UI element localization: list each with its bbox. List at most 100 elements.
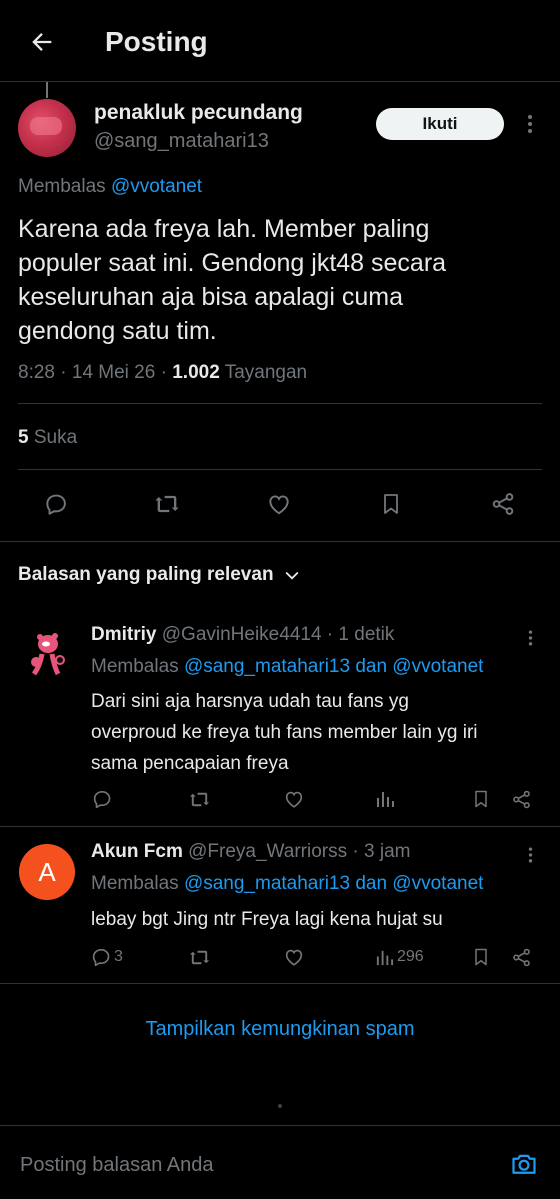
reply-author-handle[interactable]: @GavinHeike4414 — [162, 624, 322, 645]
divider — [18, 403, 542, 404]
like-icon — [285, 791, 303, 808]
back-button[interactable] — [22, 24, 62, 60]
reply-text-line: Dari sini aja harsnya udah tau fans yg — [91, 691, 409, 712]
post-text-line: Karena ada freya lah. Member paling — [18, 215, 430, 243]
reply-more-button[interactable] — [520, 626, 540, 650]
thread-connector — [46, 82, 48, 98]
replying-to: Membalas @vvotanet — [18, 176, 202, 198]
retweet-icon — [155, 495, 179, 513]
views-label: Tayangan — [224, 362, 308, 383]
reply-author-handle[interactable]: @Freya_Warriorss — [188, 841, 347, 862]
reply-bookmark-button[interactable] — [469, 945, 493, 969]
replies-sort-button[interactable]: Balasan yang paling relevan — [18, 564, 302, 586]
reply-input[interactable] — [18, 1146, 482, 1184]
reply-like-button[interactable] — [282, 945, 306, 969]
share-button[interactable] — [485, 486, 521, 522]
bookmark-icon — [384, 494, 398, 514]
reply-share-button[interactable] — [509, 945, 533, 969]
bookmark-icon — [475, 948, 487, 966]
reply-author-name[interactable]: Akun Fcm — [91, 841, 183, 862]
reply-header: Dmitriy @GavinHeike4414 · 1 detik — [91, 624, 395, 645]
more-icon — [528, 847, 532, 863]
bookmark-icon — [475, 790, 487, 808]
author-name[interactable]: penakluk pecundang — [94, 101, 303, 125]
reply-reply-button[interactable] — [90, 787, 114, 811]
views-count: 1.002 — [172, 362, 220, 383]
replying-prefix: Membalas — [18, 176, 106, 197]
reply-icon — [92, 949, 110, 967]
reply-retweet-button[interactable] — [187, 787, 211, 811]
reply-item[interactable]: A Akun Fcm @Freya_Warriorss · 3 jam Memb… — [0, 827, 560, 983]
reply-icon — [46, 494, 66, 515]
share-icon — [492, 493, 514, 515]
more-button[interactable] — [518, 110, 542, 138]
divider — [18, 469, 542, 470]
camera-icon — [512, 1154, 536, 1174]
scroll-indicator — [278, 1104, 282, 1108]
more-icon — [528, 115, 532, 133]
follow-button[interactable]: Ikuti — [376, 108, 504, 140]
post-text-line: gendong satu tim. — [18, 317, 217, 345]
like-icon — [285, 949, 303, 966]
like-icon — [269, 495, 289, 515]
pink-panther-avatar-icon — [31, 633, 65, 676]
back-arrow-icon — [32, 33, 52, 51]
camera-button[interactable] — [506, 1146, 542, 1182]
replying-handles[interactable]: @sang_matahari13 dan @vvotanet — [184, 656, 483, 677]
replying-prefix: Membalas — [91, 656, 179, 677]
retweet-icon — [189, 950, 209, 964]
replies-sort-label: Balasan yang paling relevan — [18, 564, 274, 585]
reply-like-button[interactable] — [282, 787, 306, 811]
reply-share-button[interactable] — [509, 787, 533, 811]
reply-retweet-button[interactable] — [187, 945, 211, 969]
likes-stat[interactable]: 5 Suka — [18, 427, 77, 449]
replying-prefix: Membalas — [91, 873, 179, 894]
replying-handles[interactable]: @sang_matahari13 dan @vvotanet — [184, 873, 483, 894]
reply-bookmark-button[interactable] — [469, 787, 493, 811]
reply-avatar[interactable]: A — [19, 844, 75, 900]
likes-label: Suka — [33, 427, 78, 448]
avatar[interactable] — [18, 99, 76, 157]
reply-text: Dari sini aja harsnya udah tau fans yg o… — [91, 686, 478, 779]
bookmark-button[interactable] — [373, 486, 409, 522]
reply-replying-to: Membalas @sang_matahari13 dan @vvotanet — [91, 656, 483, 678]
retweet-icon — [189, 792, 209, 806]
chevron-down-icon — [285, 571, 299, 580]
reply-replying-to: Membalas @sang_matahari13 dan @vvotanet — [91, 873, 483, 895]
reply-count: 3 — [114, 948, 123, 965]
reply-time: 3 jam — [364, 841, 411, 862]
reply-header: Akun Fcm @Freya_Warriorss · 3 jam — [91, 841, 411, 862]
reply-text-line: lebay bgt Jing ntr Freya lagi kena hujat… — [91, 909, 443, 930]
reply-author-name[interactable]: Dmitriy — [91, 624, 156, 645]
show-spam-button[interactable]: Tampilkan kemungkinan spam — [0, 1018, 560, 1041]
views-icon — [377, 792, 394, 807]
reply-avatar[interactable] — [22, 628, 72, 678]
reply-reply-button[interactable]: 3 — [90, 945, 123, 969]
avatar-letter: A — [38, 856, 56, 887]
reply-button[interactable] — [38, 486, 74, 522]
like-button[interactable] — [261, 486, 297, 522]
reply-composer[interactable] — [0, 1126, 560, 1199]
share-icon — [512, 948, 530, 966]
reply-views-button[interactable]: 296 — [375, 945, 424, 969]
reply-views-button[interactable] — [373, 787, 397, 811]
reply-text: lebay bgt Jing ntr Freya lagi kena hujat… — [91, 904, 443, 935]
views-icon — [376, 950, 394, 965]
post-text-line: populer saat ini. Gendong jkt48 secara — [18, 249, 447, 277]
post-text: Karena ada freya lah. Member paling popu… — [18, 212, 548, 348]
reply-more-button[interactable] — [520, 843, 540, 867]
views-count: 296 — [397, 948, 424, 965]
follow-label: Ikuti — [422, 114, 458, 133]
post-time: 8:28 — [18, 362, 55, 383]
author-handle[interactable]: @sang_matahari13 — [94, 130, 269, 153]
more-icon — [528, 630, 532, 646]
page-title: Posting — [105, 26, 208, 57]
retweet-button[interactable] — [149, 486, 185, 522]
replying-handle[interactable]: @vvotanet — [111, 176, 202, 197]
likes-count: 5 — [18, 427, 29, 448]
reply-item[interactable]: Dmitriy @GavinHeike4414 · 1 detik Membal… — [0, 610, 560, 826]
share-icon — [512, 790, 530, 808]
post-meta: 8:28 · 14 Mei 26 · 1.002 Tayangan — [18, 362, 308, 383]
post-date: 14 Mei 26 — [71, 362, 156, 383]
reply-text-line: sama pencapaian freya — [91, 753, 289, 774]
